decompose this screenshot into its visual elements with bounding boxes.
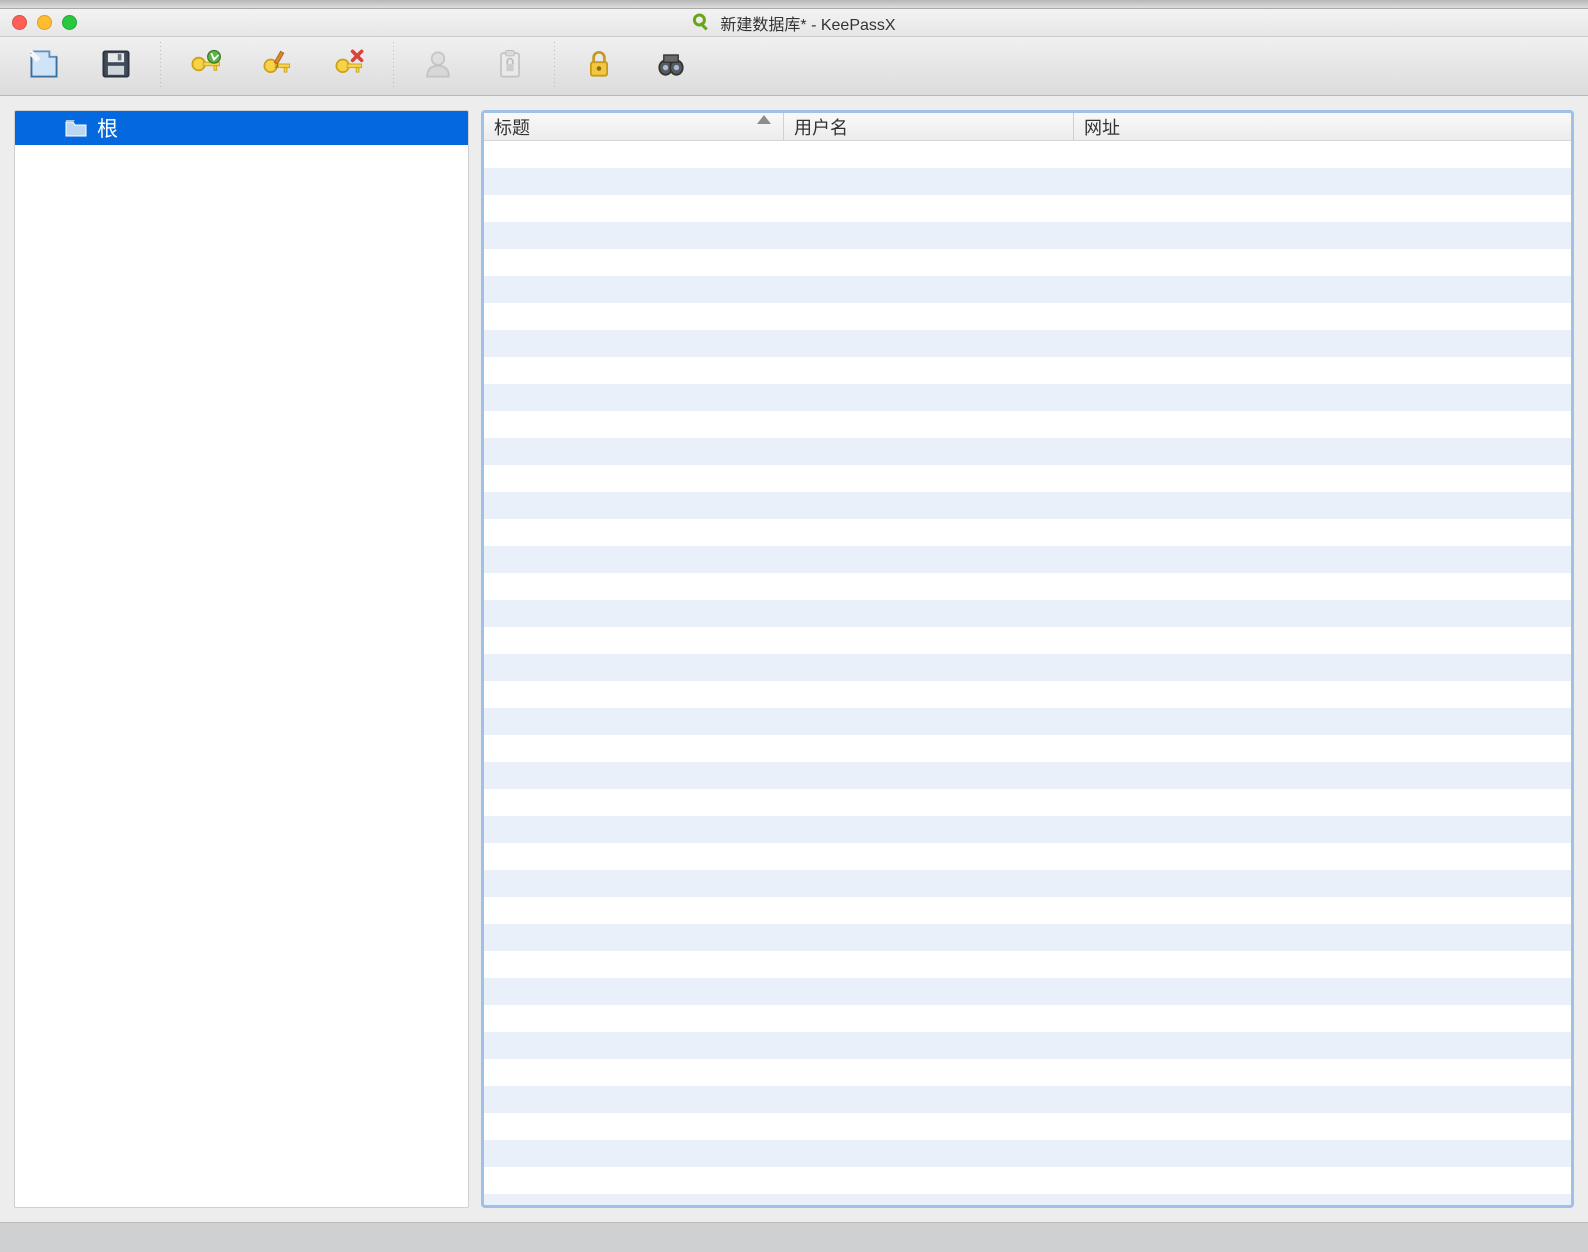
- window-controls: [12, 15, 77, 30]
- close-window-button[interactable]: [12, 15, 27, 30]
- window-title-text: 新建数据库* - KeePassX: [720, 11, 895, 35]
- clipboard-lock-icon: [491, 46, 529, 87]
- edit-entry-button[interactable]: [243, 42, 311, 90]
- toolbar-separator: [554, 42, 555, 90]
- column-header-username[interactable]: 用户名: [784, 113, 1074, 140]
- window-title: 新建数据库* - KeePassX: [692, 11, 895, 35]
- titlebar[interactable]: 新建数据库* - KeePassX: [0, 9, 1588, 37]
- delete-entry-button[interactable]: [315, 42, 383, 90]
- maximize-window-button[interactable]: [62, 15, 77, 30]
- entries-header: 标题 用户名 网址: [484, 113, 1571, 141]
- column-header-title[interactable]: 标题: [484, 113, 784, 140]
- user-icon: [419, 46, 457, 87]
- column-title-label: 标题: [494, 114, 530, 140]
- toolbar: [0, 37, 1588, 96]
- new-database-button[interactable]: [10, 42, 78, 90]
- add-entry-button[interactable]: [171, 42, 239, 90]
- copy-password-button[interactable]: [476, 42, 544, 90]
- key-add-icon: [186, 46, 224, 87]
- column-header-url[interactable]: 网址: [1074, 113, 1571, 140]
- group-tree-panel[interactable]: 根: [14, 110, 469, 1208]
- save-icon: [97, 46, 135, 87]
- search-button[interactable]: [637, 42, 705, 90]
- root-group-item[interactable]: 根: [15, 111, 468, 145]
- entries-panel[interactable]: 标题 用户名 网址: [481, 110, 1574, 1208]
- column-username-label: 用户名: [794, 114, 848, 140]
- lock-icon: [580, 46, 618, 87]
- file-new-icon: [25, 46, 63, 87]
- copy-username-button[interactable]: [404, 42, 472, 90]
- folder-icon: [65, 119, 87, 137]
- toolbar-separator: [393, 42, 394, 90]
- sort-ascending-icon: [757, 115, 771, 124]
- binoculars-icon: [652, 46, 690, 87]
- column-url-label: 网址: [1084, 114, 1120, 140]
- lock-database-button[interactable]: [565, 42, 633, 90]
- window-chrome-edge: [0, 0, 1588, 9]
- key-delete-icon: [330, 46, 368, 87]
- minimize-window-button[interactable]: [37, 15, 52, 30]
- keepassx-app-icon: [692, 13, 712, 33]
- entries-list[interactable]: [484, 141, 1571, 1205]
- toolbar-separator: [160, 42, 161, 90]
- root-group-label: 根: [97, 113, 118, 143]
- save-database-button[interactable]: [82, 42, 150, 90]
- main-content: 根 标题 用户名 网址: [0, 96, 1588, 1222]
- key-edit-icon: [258, 46, 296, 87]
- window-bottom-edge: [0, 1222, 1588, 1252]
